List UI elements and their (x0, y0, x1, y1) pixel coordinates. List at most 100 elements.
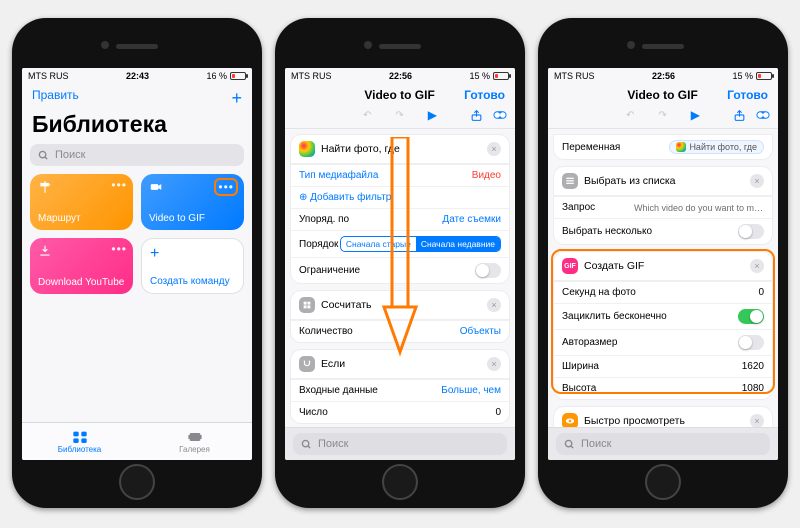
width-value[interactable]: 1620 (742, 361, 764, 372)
autosize-switch[interactable] (738, 335, 764, 350)
action-count: Сосчитать × Количество Объекты (291, 291, 509, 342)
autosize-label: Авторазмер (562, 337, 617, 348)
variable-pill[interactable]: Найти фото, где (669, 140, 764, 154)
battery-pct: 16 % (206, 71, 227, 81)
settings-icon[interactable] (756, 108, 770, 122)
redo-button[interactable]: ↷ (395, 110, 403, 121)
tile-video-to-gif[interactable]: ••• Video to GIF (141, 174, 244, 230)
done-button[interactable]: Готово (727, 88, 768, 102)
prompt-label: Запрос (562, 202, 595, 213)
loop-switch[interactable] (738, 309, 764, 324)
phone-1: MTS RUS 22:43 16 % Править + Библиотека … (12, 18, 262, 508)
carrier: MTS RUS (554, 71, 595, 81)
battery-pct: 15 % (732, 71, 753, 81)
action-find-photos: Найти фото, где × Тип медиафайла Видео ⊕… (291, 135, 509, 283)
home-button[interactable] (119, 464, 155, 500)
more-icon[interactable]: ••• (214, 178, 238, 196)
status-bar: MTS RUS 22:56 15 % (548, 68, 778, 84)
sort-by-value[interactable]: Дате съемки (442, 214, 501, 225)
battery-pct: 15 % (469, 71, 490, 81)
height-value[interactable]: 1080 (742, 383, 764, 394)
action-title: Быстро просмотреть (584, 415, 685, 427)
tab-gallery[interactable]: Галерея (137, 423, 252, 460)
sort-by-label: Упоряд. по (299, 214, 349, 225)
search-placeholder: Поиск (55, 149, 85, 161)
status-bar: MTS RUS 22:56 15 % (285, 68, 515, 84)
share-icon[interactable] (732, 108, 746, 122)
carrier: MTS RUS (291, 71, 332, 81)
loop-label: Зациклить бесконечно (562, 311, 667, 322)
prompt-value[interactable]: Which video do you want to make a... (634, 203, 764, 213)
tab-bar: Библиотека Галерея (22, 422, 252, 460)
input-label: Входные данные (299, 385, 378, 396)
nav-title: Video to GIF (364, 88, 434, 102)
multi-switch[interactable] (738, 224, 764, 239)
search-placeholder: Поиск (581, 438, 611, 450)
action-title: Выбрать из списка (584, 175, 676, 187)
media-type-label[interactable]: Тип медиафайла (299, 170, 378, 181)
add-button[interactable]: + (231, 88, 242, 109)
tab-label: Библиотека (58, 445, 102, 454)
add-filter-button[interactable]: ⊕ Добавить фильтр (299, 192, 391, 203)
clock: 22:56 (652, 71, 675, 81)
list-icon (562, 173, 578, 189)
battery-icon (493, 72, 509, 80)
battery-icon (756, 72, 772, 80)
action-title: Создать GIF (584, 260, 644, 272)
tile-label: Создать команду (150, 276, 235, 287)
order-label: Порядок (299, 239, 338, 250)
eye-icon (562, 413, 578, 427)
if-icon (299, 356, 315, 372)
search-icon (38, 150, 49, 161)
done-button[interactable]: Готово (464, 88, 505, 102)
action-title: Сосчитать (321, 299, 371, 311)
undo-button[interactable]: ↶ (626, 110, 634, 121)
order-segment[interactable]: Сначала старыеСначала недавние (340, 236, 501, 252)
tile-route[interactable]: ••• Маршрут (30, 174, 133, 230)
limit-switch[interactable] (475, 263, 501, 278)
carrier: MTS RUS (28, 71, 69, 81)
edit-button[interactable]: Править (32, 88, 79, 109)
action-make-gif: GIF Создать GIF × Секунд на фото 0 Зацик… (554, 252, 772, 399)
action-search-input[interactable]: Поиск (556, 433, 770, 455)
play-button[interactable]: ▶ (691, 108, 700, 122)
close-icon[interactable]: × (750, 174, 764, 188)
redo-button[interactable]: ↷ (658, 110, 666, 121)
media-type-value[interactable]: Видео (472, 170, 501, 181)
settings-icon[interactable] (493, 108, 507, 122)
home-button[interactable] (382, 464, 418, 500)
width-label: Ширина (562, 361, 599, 372)
action-title: Если (321, 358, 345, 370)
page-title: Библиотека (22, 109, 252, 144)
count-value[interactable]: Объекты (460, 326, 501, 337)
action-if: Если × Входные данные Больше, чем Число … (291, 350, 509, 423)
close-icon[interactable]: × (487, 298, 501, 312)
tab-library[interactable]: Библиотека (22, 423, 137, 460)
more-icon[interactable]: ••• (111, 178, 127, 192)
undo-button[interactable]: ↶ (363, 110, 371, 121)
close-icon[interactable]: × (487, 357, 501, 371)
gif-icon: GIF (562, 258, 578, 274)
seconds-value[interactable]: 0 (758, 287, 764, 298)
tile-label: Download YouTube (38, 277, 125, 288)
tile-label: Video to GIF (149, 213, 236, 224)
limit-label: Ограничение (299, 265, 360, 276)
search-input[interactable]: Поиск (30, 144, 244, 166)
tile-create-shortcut[interactable]: + Создать команду (141, 238, 244, 294)
share-icon[interactable] (469, 108, 483, 122)
play-button[interactable]: ▶ (428, 108, 437, 122)
nav-title: Video to GIF (627, 88, 697, 102)
close-icon[interactable]: × (750, 414, 764, 427)
input-value[interactable]: Больше, чем (441, 385, 501, 396)
close-icon[interactable]: × (487, 142, 501, 156)
more-icon[interactable]: ••• (111, 242, 127, 256)
close-icon[interactable]: × (750, 259, 764, 273)
action-search-input[interactable]: Поиск (293, 433, 507, 455)
clock: 22:43 (126, 71, 149, 81)
status-bar: MTS RUS 22:43 16 % (22, 68, 252, 84)
tab-label: Галерея (179, 445, 210, 454)
home-button[interactable] (645, 464, 681, 500)
action-choose-from-list: Выбрать из списка × Запрос Which video d… (554, 167, 772, 244)
number-value[interactable]: 0 (495, 407, 501, 418)
tile-download-youtube[interactable]: ••• Download YouTube (30, 238, 133, 294)
